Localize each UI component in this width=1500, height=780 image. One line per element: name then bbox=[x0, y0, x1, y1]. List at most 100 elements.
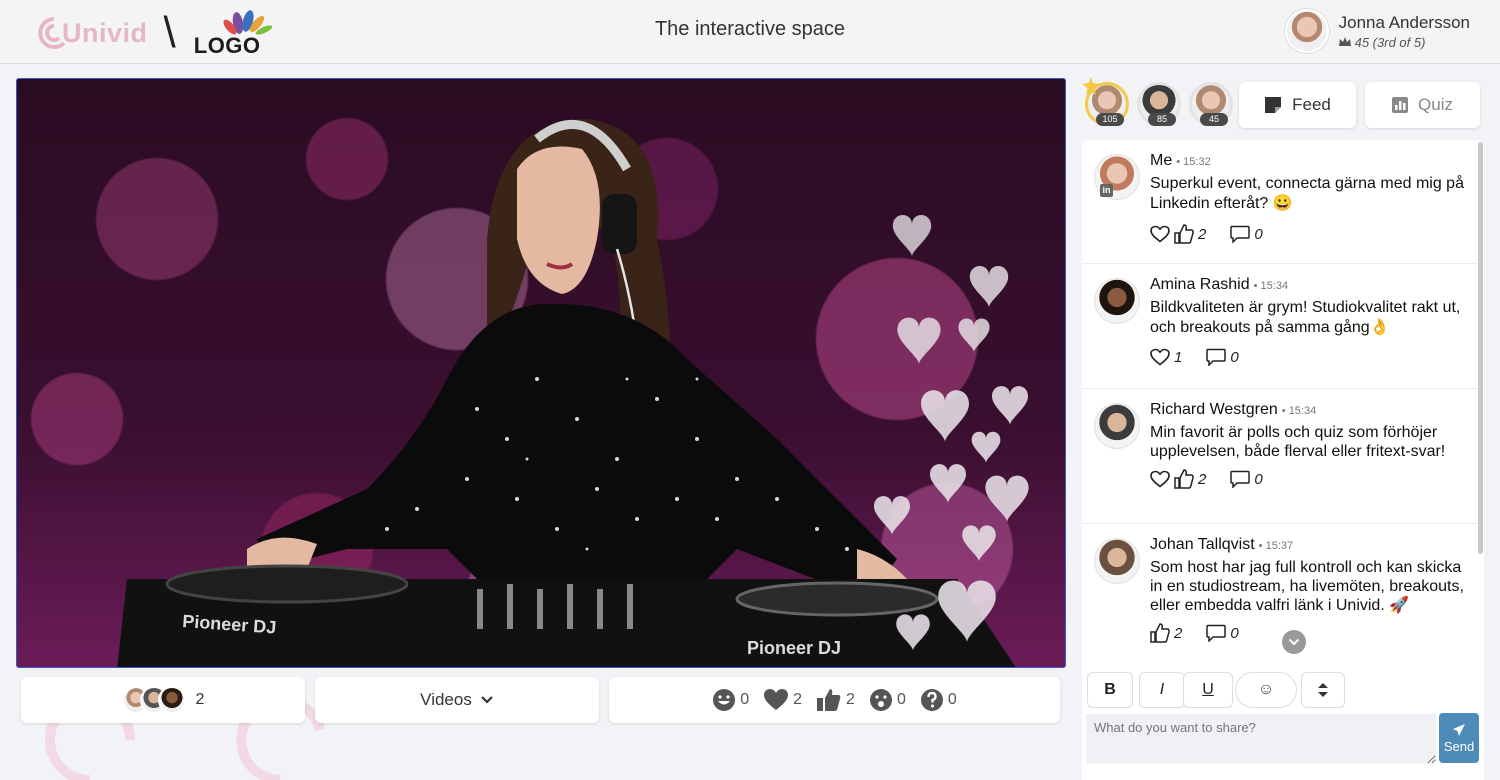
participants-count: 2 bbox=[195, 691, 205, 708]
leaderboard-avatar-1[interactable]: 105 bbox=[1082, 77, 1129, 126]
surprised-icon bbox=[869, 689, 892, 711]
videos-label: Videos bbox=[420, 690, 472, 709]
message-input[interactable] bbox=[1086, 714, 1436, 764]
thumbs-up-icon bbox=[817, 689, 841, 711]
leaderboard-points: 45 bbox=[1200, 113, 1228, 126]
post-time: • 15:37 bbox=[1258, 540, 1294, 552]
thumbs-up-outline-icon[interactable] bbox=[1150, 623, 1170, 643]
post-comment-count: 0 bbox=[1254, 225, 1263, 243]
chevron-down-icon bbox=[1288, 638, 1300, 646]
like-heart-icon[interactable] bbox=[1150, 470, 1170, 488]
post-comment-count: 0 bbox=[1230, 348, 1239, 366]
participants-avatars bbox=[121, 686, 186, 714]
post-time-value: 15:32 bbox=[1183, 156, 1211, 168]
comment-icon[interactable] bbox=[1230, 225, 1251, 243]
participants-button[interactable]: 2 bbox=[21, 677, 305, 723]
bar-chart-icon bbox=[1392, 97, 1409, 113]
post-time: • 15:32 bbox=[1176, 156, 1211, 168]
crown-icon bbox=[1338, 37, 1351, 46]
user-score-text: 45 (3rd of 5) bbox=[1354, 34, 1426, 50]
post-avatar[interactable] bbox=[1094, 538, 1140, 584]
post-actions: 2 0 bbox=[1150, 469, 1472, 489]
feed-post: in Me • 15:32 Superkul event, connecta g… bbox=[1082, 140, 1484, 264]
post-author[interactable]: Amina Rashid bbox=[1150, 276, 1250, 294]
tab-quiz-label: Quiz bbox=[1418, 95, 1453, 114]
leaderboard-avatar-3[interactable]: 45 bbox=[1189, 82, 1233, 126]
thumbs-up-outline-icon[interactable] bbox=[1174, 469, 1194, 489]
feed-scrollbar[interactable] bbox=[1478, 142, 1484, 554]
post-time: • 15:34 bbox=[1253, 280, 1289, 292]
underline-button[interactable]: U bbox=[1183, 672, 1233, 708]
expand-toggle-button[interactable] bbox=[1301, 672, 1345, 708]
feed-post: Richard Westgren • 15:34 Min favorit är … bbox=[1082, 389, 1484, 524]
brand-name: Univid bbox=[62, 17, 148, 48]
reaction-surprised-button[interactable]: 0 bbox=[869, 688, 906, 712]
post-actions: 2 0 bbox=[1150, 623, 1472, 643]
leaderboard: 105 85 45 bbox=[1082, 77, 1233, 126]
post-avatar[interactable] bbox=[1094, 403, 1140, 449]
leaderboard-points: 85 bbox=[1148, 113, 1176, 126]
customer-logo: LOGO bbox=[193, 9, 286, 58]
reaction-question-button[interactable]: 0 bbox=[920, 688, 957, 712]
post-author[interactable]: Me bbox=[1150, 152, 1172, 170]
video-player[interactable]: Pioneer DJ Pioneer DJ bbox=[16, 78, 1066, 668]
post-text: Bildkvaliteten är grym! Studiokvalitet r… bbox=[1150, 299, 1461, 336]
like-heart-icon[interactable] bbox=[1150, 348, 1170, 366]
leaderboard-avatar-2[interactable]: 85 bbox=[1137, 82, 1181, 126]
emoji-button[interactable]: ☺ bbox=[1235, 672, 1297, 708]
post-text: Superkul event, connecta gärna med mig p… bbox=[1150, 175, 1464, 212]
thumbs-up-outline-icon[interactable] bbox=[1174, 224, 1194, 244]
participant-avatar bbox=[157, 686, 186, 714]
post-like-count: 2 bbox=[1174, 624, 1183, 642]
post-comment-count: 0 bbox=[1230, 624, 1239, 642]
star-icon bbox=[1082, 77, 1100, 95]
post-time: • 15:34 bbox=[1281, 405, 1317, 417]
reaction-smile-button[interactable]: 0 bbox=[712, 688, 749, 712]
post-text: Som host har jag full kontroll och kan s… bbox=[1150, 559, 1464, 614]
user-avatar[interactable] bbox=[1284, 9, 1329, 53]
chevron-down-icon bbox=[481, 696, 493, 704]
heart-icon bbox=[764, 689, 789, 710]
tab-quiz[interactable]: Quiz bbox=[1365, 82, 1480, 128]
floating-hearts bbox=[874, 214, 1029, 651]
post-author[interactable]: Johan Tallqvist bbox=[1150, 536, 1255, 554]
univid-logo[interactable]: Univid bbox=[34, 13, 148, 53]
reaction-question-count: 0 bbox=[947, 691, 957, 708]
bold-button[interactable]: B bbox=[1087, 672, 1133, 708]
paper-plane-icon bbox=[1453, 723, 1465, 736]
linkedin-icon[interactable]: in bbox=[1100, 184, 1113, 197]
feed-list[interactable]: in Me • 15:32 Superkul event, connecta g… bbox=[1082, 140, 1484, 666]
post-like-count: 2 bbox=[1198, 225, 1207, 243]
send-button[interactable]: Send bbox=[1439, 713, 1479, 763]
reaction-heart-button[interactable]: 2 bbox=[763, 688, 802, 712]
comment-icon[interactable] bbox=[1206, 624, 1227, 642]
post-like-count: 2 bbox=[1198, 470, 1207, 488]
send-label: Send bbox=[1443, 738, 1475, 754]
feed-post: Amina Rashid • 15:34 Bildkvaliteten är g… bbox=[1082, 264, 1484, 389]
post-actions: 2 0 bbox=[1150, 224, 1472, 244]
reaction-surprised-count: 0 bbox=[896, 691, 906, 708]
italic-button[interactable]: I bbox=[1139, 672, 1185, 708]
post-comment-count: 0 bbox=[1254, 470, 1263, 488]
reaction-thumbs-up-count: 2 bbox=[846, 691, 855, 708]
videos-dropdown[interactable]: Videos bbox=[315, 677, 599, 723]
tab-feed[interactable]: Feed bbox=[1239, 82, 1356, 128]
reaction-thumbs-up-button[interactable]: 2 bbox=[816, 687, 855, 713]
post-time-value: 15:34 bbox=[1260, 280, 1289, 292]
post-avatar[interactable] bbox=[1094, 278, 1140, 324]
user-score: 45 (3rd of 5) bbox=[1338, 34, 1470, 50]
tab-feed-label: Feed bbox=[1292, 95, 1331, 114]
like-heart-icon[interactable] bbox=[1150, 225, 1170, 243]
brand-area: Univid \ LOGO bbox=[34, 8, 286, 58]
post-composer: B I U ☺ Send bbox=[1082, 666, 1484, 780]
scroll-down-button[interactable] bbox=[1282, 630, 1306, 654]
logo-text: LOGO bbox=[193, 33, 261, 58]
post-author[interactable]: Richard Westgren bbox=[1150, 401, 1278, 419]
post-time-value: 15:37 bbox=[1265, 540, 1294, 552]
post-text: Min favorit är polls och quiz som förhöj… bbox=[1150, 424, 1446, 460]
comment-icon[interactable] bbox=[1230, 470, 1251, 488]
comment-icon[interactable] bbox=[1206, 348, 1227, 366]
smile-icon bbox=[713, 689, 736, 711]
user-profile[interactable]: Jonna Andersson 45 (3rd of 5) bbox=[1284, 9, 1470, 53]
sort-arrows-icon bbox=[1318, 683, 1328, 697]
